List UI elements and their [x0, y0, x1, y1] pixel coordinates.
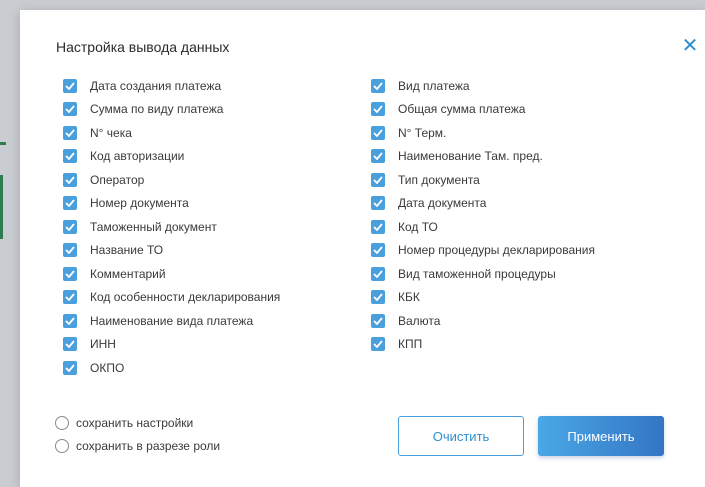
- checkbox-label: Номер процедуры декларирования: [398, 243, 595, 258]
- checkbox-item[interactable]: N° чека: [63, 121, 280, 145]
- checkbox-item[interactable]: Валюта: [371, 309, 595, 333]
- checkbox-item[interactable]: Дата создания платежа: [63, 74, 280, 98]
- checkbox-label: Оператор: [90, 172, 145, 187]
- checkbox-checked-icon[interactable]: [63, 196, 77, 211]
- checkbox-item[interactable]: Код ТО: [371, 215, 595, 239]
- settings-dialog: Настройка вывода данных ✕ Дата создания …: [20, 10, 705, 487]
- checkbox-checked-icon[interactable]: [63, 243, 77, 258]
- checkbox-checked-icon[interactable]: [63, 125, 77, 140]
- checkbox-item[interactable]: Код авторизации: [63, 145, 280, 169]
- checkbox-label: Общая сумма платежа: [398, 102, 526, 117]
- checkbox-label: Название ТО: [90, 243, 164, 258]
- close-icon[interactable]: ✕: [681, 36, 699, 56]
- backdrop-accent: [0, 142, 6, 145]
- checkbox-item[interactable]: КПП: [371, 333, 595, 357]
- backdrop-accent: [0, 175, 3, 239]
- checkbox-checked-icon[interactable]: [63, 78, 77, 93]
- right-checkbox-column: Вид платежа Общая сумма платежа N° Терм.…: [371, 74, 595, 356]
- checkbox-label: N° Терм.: [398, 125, 447, 140]
- checkbox-label: Вид платежа: [398, 78, 470, 93]
- checkbox-checked-icon[interactable]: [371, 125, 385, 140]
- checkbox-checked-icon[interactable]: [63, 149, 77, 164]
- checkbox-item[interactable]: Комментарий: [63, 262, 280, 286]
- checkbox-item[interactable]: Сумма по виду платежа: [63, 98, 280, 122]
- checkbox-label: Дата документа: [398, 196, 487, 211]
- checkbox-label: Тип документа: [398, 172, 480, 187]
- checkbox-label: ОКПО: [90, 360, 125, 375]
- checkbox-checked-icon[interactable]: [371, 290, 385, 305]
- checkbox-checked-icon[interactable]: [63, 102, 77, 117]
- checkbox-checked-icon[interactable]: [371, 196, 385, 211]
- checkbox-label: Дата создания платежа: [90, 78, 222, 93]
- checkbox-item[interactable]: Наименование Там. пред.: [371, 145, 595, 169]
- checkbox-label: N° чека: [90, 125, 132, 140]
- checkbox-checked-icon[interactable]: [63, 290, 77, 305]
- checkbox-checked-icon[interactable]: [371, 149, 385, 164]
- checkbox-label: ИНН: [90, 337, 116, 352]
- checkbox-item[interactable]: ОКПО: [63, 356, 280, 380]
- apply-button[interactable]: Применить: [538, 416, 664, 456]
- checkbox-checked-icon[interactable]: [371, 266, 385, 281]
- save-settings-label: сохранить настройки: [76, 416, 194, 430]
- checkbox-checked-icon[interactable]: [63, 266, 77, 281]
- checkbox-item[interactable]: ИНН: [63, 333, 280, 357]
- checkbox-item[interactable]: Тип документа: [371, 168, 595, 192]
- checkbox-item[interactable]: Наименование вида платежа: [63, 309, 280, 333]
- checkbox-checked-icon[interactable]: [63, 360, 77, 375]
- checkbox-item[interactable]: Общая сумма платежа: [371, 98, 595, 122]
- checkbox-item[interactable]: Название ТО: [63, 239, 280, 263]
- checkbox-label: Наименование вида платежа: [90, 313, 254, 328]
- checkbox-item[interactable]: Номер процедуры декларирования: [371, 239, 595, 263]
- checkbox-checked-icon[interactable]: [371, 337, 385, 352]
- checkbox-label: Наименование Там. пред.: [398, 149, 543, 164]
- checkbox-item[interactable]: Вид таможенной процедуры: [371, 262, 595, 286]
- save-settings-option[interactable]: сохранить настройки: [55, 416, 193, 430]
- checkbox-label: Код авторизации: [90, 149, 185, 164]
- radio-button[interactable]: [55, 416, 69, 430]
- checkbox-item[interactable]: Код особенности декларирования: [63, 286, 280, 310]
- checkbox-item[interactable]: Номер документа: [63, 192, 280, 216]
- save-by-role-option[interactable]: сохранить в разрезе роли: [55, 439, 220, 453]
- radio-button[interactable]: [55, 439, 69, 453]
- checkbox-item[interactable]: Оператор: [63, 168, 280, 192]
- checkbox-checked-icon[interactable]: [63, 172, 77, 187]
- checkbox-label: Код особенности декларирования: [90, 290, 281, 305]
- checkbox-label: Номер документа: [90, 196, 189, 211]
- checkbox-label: КБК: [398, 290, 420, 305]
- checkbox-item[interactable]: Вид платежа: [371, 74, 595, 98]
- checkbox-checked-icon[interactable]: [63, 337, 77, 352]
- checkbox-checked-icon[interactable]: [371, 313, 385, 328]
- checkbox-checked-icon[interactable]: [371, 78, 385, 93]
- dialog-title: Настройка вывода данных: [56, 39, 230, 55]
- checkbox-label: Вид таможенной процедуры: [398, 266, 556, 281]
- checkbox-label: Сумма по виду платежа: [90, 102, 224, 117]
- checkbox-item[interactable]: Дата документа: [371, 192, 595, 216]
- checkbox-checked-icon[interactable]: [371, 243, 385, 258]
- checkbox-item[interactable]: Таможенный документ: [63, 215, 280, 239]
- checkbox-checked-icon[interactable]: [371, 102, 385, 117]
- checkbox-checked-icon[interactable]: [63, 219, 77, 234]
- checkbox-item[interactable]: N° Терм.: [371, 121, 595, 145]
- checkbox-label: Код ТО: [398, 219, 438, 234]
- checkbox-checked-icon[interactable]: [371, 219, 385, 234]
- checkbox-checked-icon[interactable]: [371, 172, 385, 187]
- save-by-role-label: сохранить в разрезе роли: [76, 439, 221, 453]
- checkbox-label: Валюта: [398, 313, 441, 328]
- checkbox-label: Комментарий: [90, 266, 166, 281]
- checkbox-label: КПП: [398, 337, 423, 352]
- clear-button[interactable]: Очистить: [398, 416, 524, 456]
- checkbox-label: Таможенный документ: [90, 219, 217, 234]
- checkbox-checked-icon[interactable]: [63, 313, 77, 328]
- left-checkbox-column: Дата создания платежа Сумма по виду плат…: [63, 74, 280, 380]
- checkbox-item[interactable]: КБК: [371, 286, 595, 310]
